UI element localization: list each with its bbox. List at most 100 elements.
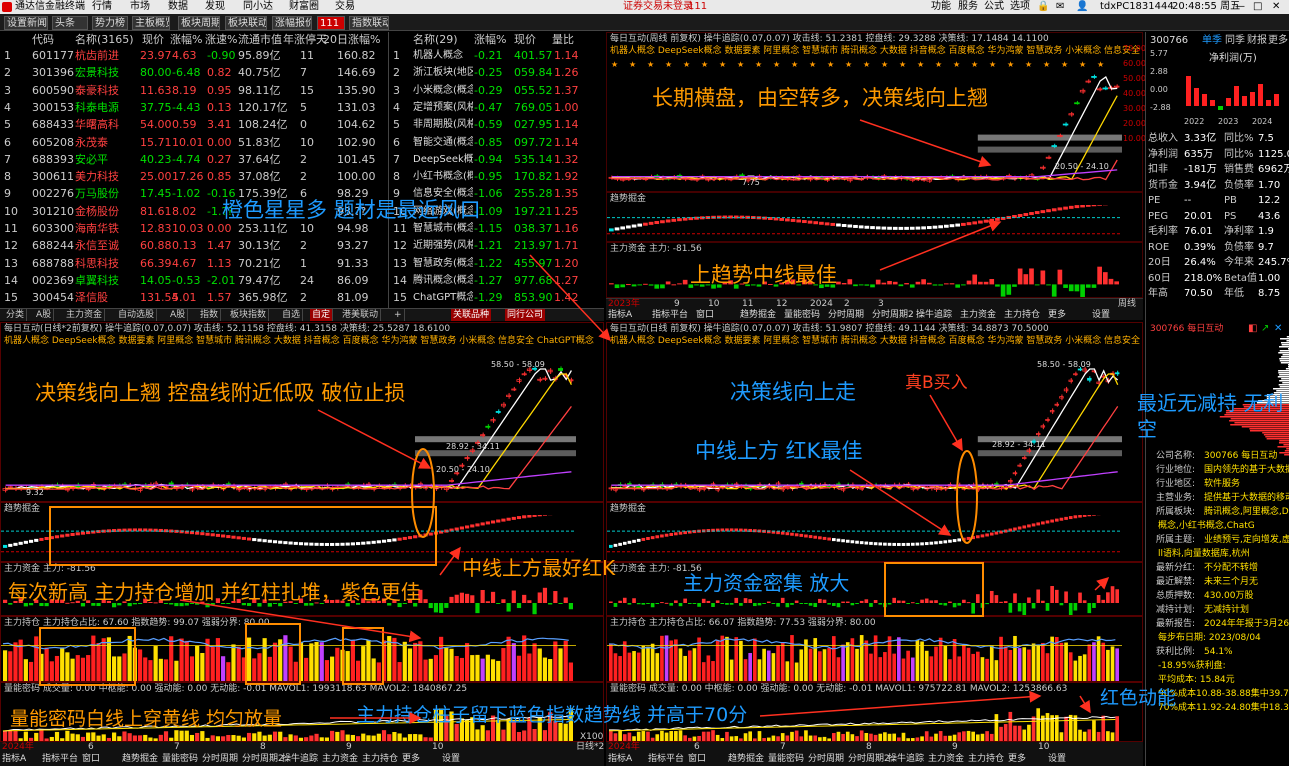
status-tab[interactable]: 主力资金 — [928, 754, 964, 765]
related-tab[interactable]: 同行公司 — [505, 309, 546, 321]
menu-item-discover[interactable]: 发现 — [205, 0, 225, 14]
status-tab[interactable]: 趋势掘金 — [122, 754, 158, 765]
stock-row[interactable]: 2 301396 宏景科技 80.00 -6.48 0.82 40.75亿 7 146.69 — [0, 65, 386, 80]
status-tab[interactable]: 分时周期 — [202, 754, 238, 765]
stock-row[interactable]: 8 300611 美力科技 25.00 17.26 0.85 37.08亿 2 100.00 — [0, 169, 386, 184]
stock-row[interactable]: 15 300454 泽信股 131.54 5.01 1.57 365.98亿 2 81.09 — [0, 290, 386, 305]
stock-row[interactable]: 6 605208 永茂泰 15.71 10.01 0.00 51.83亿 10 102.90 — [0, 135, 386, 150]
message-icon[interactable]: ✉ — [1056, 0, 1064, 14]
status-tab[interactable]: 设置 — [442, 754, 460, 765]
concept-row[interactable]: 5 非周期股(风格)-0.59 027.951.14 — [389, 117, 605, 132]
status-tab[interactable]: 量能密码 — [768, 754, 804, 765]
related-tab[interactable]: 关联品种 — [451, 309, 492, 321]
daily-kline-right[interactable]: 58.50 - 58.0928.92 - 34.1170.0060.0050.0… — [607, 347, 1122, 501]
menu-item-trade[interactable]: 交易 — [335, 0, 355, 14]
login-notice[interactable]: 证券交易未登录 — [623, 0, 693, 14]
menu-item-wealth[interactable]: 财富圈 — [289, 0, 319, 14]
status-tab[interactable]: 更多 — [402, 754, 420, 765]
tab-headline[interactable]: 头条 — [52, 16, 88, 30]
tab-main-board[interactable]: 主板概览 — [132, 16, 170, 30]
concept-row[interactable]: 3 小米概念(概念)-0.29 055.521.37 — [389, 83, 605, 98]
menu-formula[interactable]: 公式 — [984, 0, 1004, 14]
concept-row[interactable]: 7 DeepSeek概念-0.94 535.141.32 — [389, 152, 605, 167]
status-tab[interactable]: 分时周期2 — [872, 310, 914, 321]
tab-news[interactable]: 设置新闻 — [4, 16, 48, 30]
status-tab[interactable]: 量能密码 — [162, 754, 198, 765]
bottom-tab[interactable]: 自动选股 — [116, 309, 158, 321]
bottom-tab[interactable]: 主力资金 — [64, 309, 106, 321]
status-tab[interactable]: 指标A — [608, 310, 632, 321]
close-icon[interactable]: ✕ — [1272, 0, 1280, 14]
maximize-icon[interactable]: □ — [1253, 0, 1262, 14]
status-tab[interactable]: 分时周期 — [808, 754, 844, 765]
status-tab[interactable]: 主力持仓 — [968, 754, 1004, 765]
stock-row[interactable]: 14 002369 卓翼科技 14.05 -0.53 -2.01 79.47亿 24 86.09 — [0, 273, 386, 288]
status-tab[interactable]: 分时周期2 — [242, 754, 284, 765]
tab-sector-link[interactable]: 板块联动 — [225, 16, 267, 30]
status-tab[interactable]: 主力持仓 — [1004, 310, 1040, 321]
status-tab[interactable]: 趋势掘金 — [740, 310, 776, 321]
status-tab[interactable]: 更多 — [1048, 310, 1066, 321]
concept-row[interactable]: 4 定增预案(风格)-0.47 769.051.00 — [389, 100, 605, 115]
stock-row[interactable]: 4 300153 科泰电源 37.75 -4.43 0.13 120.17亿 5 131.03 — [0, 100, 386, 115]
panel-icon-3[interactable]: ✕ — [1274, 322, 1282, 335]
status-tab[interactable]: 设置 — [1092, 310, 1110, 321]
menu-item-data[interactable]: 数据 — [168, 0, 188, 14]
concept-row[interactable]: 14 腾讯概念(概念)-1.27 977.681.27 — [389, 273, 605, 288]
panel-icon-2[interactable]: ↗ — [1261, 322, 1269, 335]
status-tab[interactable]: 指标平台 — [652, 310, 688, 321]
bottom-tab[interactable]: 分类 — [4, 309, 28, 321]
bottom-tab[interactable]: 自选 — [280, 309, 304, 321]
daily-kline-left[interactable]: 58.50 - 58.09 28.92 - 34.11 20.50 - 24.10 9… — [1, 347, 576, 501]
status-tab[interactable]: 指标A — [608, 754, 632, 765]
bottom-tab[interactable]: 板块指数 — [228, 309, 270, 321]
tab-power[interactable]: 势力榜 — [92, 16, 128, 30]
status-tab[interactable]: 操牛追踪 — [916, 310, 952, 321]
menu-item-quote[interactable]: 行情 — [92, 0, 112, 14]
concept-row[interactable]: 13 智慧政务(概念)-1.22 455.971.20 — [389, 256, 605, 271]
status-tab[interactable]: 窗口 — [82, 754, 100, 765]
stock-row[interactable]: 12 688244 永信至诚 60.88 0.13 1.47 30.13亿 2 93.27 — [0, 238, 386, 253]
status-tab[interactable]: 指标A — [2, 754, 26, 765]
status-tab[interactable]: 趋势掘金 — [728, 754, 764, 765]
stock-row[interactable]: 5 688433 华曙高科 54.00 0.59 3.41 108.24亿 0 104.62 — [0, 117, 386, 132]
status-tab[interactable]: 量能密码 — [784, 310, 820, 321]
menu-item-market[interactable]: 市场 — [130, 0, 150, 14]
status-tab[interactable]: 分时周期2 — [848, 754, 890, 765]
concept-row[interactable]: 6 智能交通(概念)-0.85 097.721.14 — [389, 135, 605, 150]
stock-row[interactable]: 13 688788 科思科技 66.39 4.67 1.13 70.21亿 1 91.33 — [0, 256, 386, 271]
status-tab[interactable]: 主力持仓 — [362, 754, 398, 765]
bottom-tab[interactable]: A股 — [168, 309, 189, 321]
user-icon[interactable]: 👤 — [1076, 0, 1088, 14]
stock-row[interactable]: 3 600590 泰豪科技 11.63 8.19 0.95 98.11亿 15 135.90 — [0, 83, 386, 98]
status-tab[interactable]: 窗口 — [688, 754, 706, 765]
minimize-icon[interactable]: — — [1235, 0, 1245, 14]
menu-options[interactable]: 选项 — [1010, 0, 1030, 14]
status-tab[interactable]: 主力资金 — [960, 310, 996, 321]
weekly-kline[interactable]: ★ ★ ★ ★ ★ ★ ★ ★ ★ ★ ★ ★ ★ ★ ★ ★ ★ ★ ★ ★ ★ ★ ★ ★ ★ ★ ★ ★ 20.50 - 24.1… — [607, 57, 1122, 191]
tab-index-link[interactable]: 指数联动 — [349, 16, 389, 30]
lock-icon[interactable]: 🔒 — [1037, 0, 1049, 14]
status-tab[interactable]: 设置 — [1048, 754, 1066, 765]
tab-sector-cycle[interactable]: 板块周期 — [178, 16, 220, 30]
tab-111[interactable]: 111 — [317, 16, 345, 30]
status-tab[interactable]: 操牛追踪 — [282, 754, 318, 765]
concept-row[interactable]: 2 浙江板块(地区)-0.25 059.841.26 — [389, 65, 605, 80]
menu-service[interactable]: 服务 — [958, 0, 978, 14]
stock-row[interactable]: 7 688393 安必平 40.23 -4.74 0.27 37.64亿 2 101.45 — [0, 152, 386, 167]
menu-item-ask[interactable]: 同小达 — [243, 0, 273, 14]
bottom-tab[interactable]: A股 — [34, 309, 55, 321]
status-tab[interactable]: 指标平台 — [648, 754, 684, 765]
status-tab[interactable]: 更多 — [1008, 754, 1026, 765]
concept-row[interactable]: 8 小红书概念(概念)-0.95 170.821.92 — [389, 169, 605, 184]
status-tab[interactable]: 主力资金 — [322, 754, 358, 765]
panel-icon-1[interactable]: ◧ — [1248, 322, 1257, 335]
bottom-tab[interactable]: 港美联动 — [340, 309, 382, 321]
menu-func[interactable]: 功能 — [931, 0, 951, 14]
status-tab[interactable]: 操牛追踪 — [888, 754, 924, 765]
tab-rise-quote[interactable]: 涨幅报价 — [272, 16, 312, 30]
bottom-tab[interactable]: + — [392, 309, 405, 321]
status-tab[interactable]: 窗口 — [696, 310, 714, 321]
stock-row[interactable]: 1 601177 杭齿前进 23.97 4.63 -0.90 95.89亿 11 160.82 — [0, 48, 386, 63]
status-tab[interactable]: 指标平台 — [42, 754, 78, 765]
